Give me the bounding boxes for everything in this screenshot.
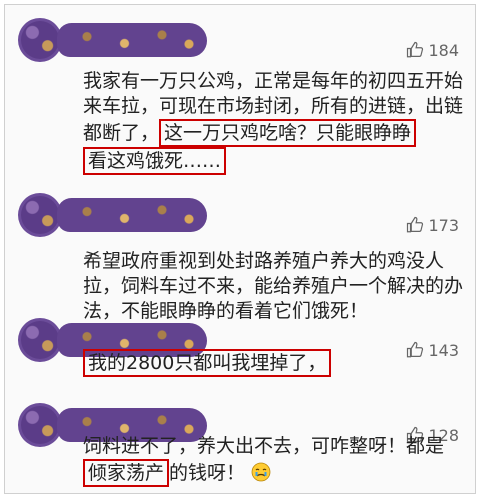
comment-2: 173 (5, 180, 475, 236)
comment-1: 184 我家有一万只公鸡，正常是每年的初四五开始来车拉，可现在市场封闭，所有的进… (5, 5, 475, 175)
like-count: 173 (428, 215, 459, 235)
username-redacted[interactable] (57, 198, 207, 232)
comment-text-plain: 饲料进不了，养大出不去，可咋整呀！都是 (83, 435, 445, 457)
crying-emoji-icon (251, 462, 271, 482)
comment-header: 173 (5, 180, 475, 236)
like-button[interactable]: 184 (406, 39, 459, 61)
thumbs-up-icon (406, 216, 424, 234)
username-redacted[interactable] (57, 23, 207, 57)
highlighted-text: 看这鸡饿死…… (83, 147, 227, 175)
comment-text: 我的2800只都叫我埋掉了， (83, 349, 463, 377)
comment-text: 饲料进不了，养大出不去，可咋整呀！都是 倾家荡产 的钱呀！ (83, 434, 463, 487)
like-count: 184 (428, 40, 459, 60)
comment-text-plain: 的钱呀！ (169, 462, 246, 484)
highlighted-text: 倾家荡产 (83, 459, 170, 487)
thumbs-up-icon (406, 41, 424, 59)
highlighted-text: 我的2800只都叫我埋掉了， (83, 349, 332, 377)
avatar[interactable] (21, 321, 59, 359)
comment-text: 我家有一万只公鸡，正常是每年的初四五开始来车拉，可现在市场封闭，所有的进链，出链… (83, 69, 463, 175)
highlighted-text: 这一万只鸡吃啥？只能眼睁睁 (159, 119, 417, 147)
comment-header: 184 (5, 5, 475, 61)
avatar[interactable] (21, 21, 59, 59)
avatar[interactable] (21, 406, 59, 444)
like-button[interactable]: 173 (406, 214, 459, 236)
avatar[interactable] (21, 196, 59, 234)
comment-list: 184 我家有一万只公鸡，正常是每年的初四五开始来车拉，可现在市场封闭，所有的进… (4, 4, 476, 494)
